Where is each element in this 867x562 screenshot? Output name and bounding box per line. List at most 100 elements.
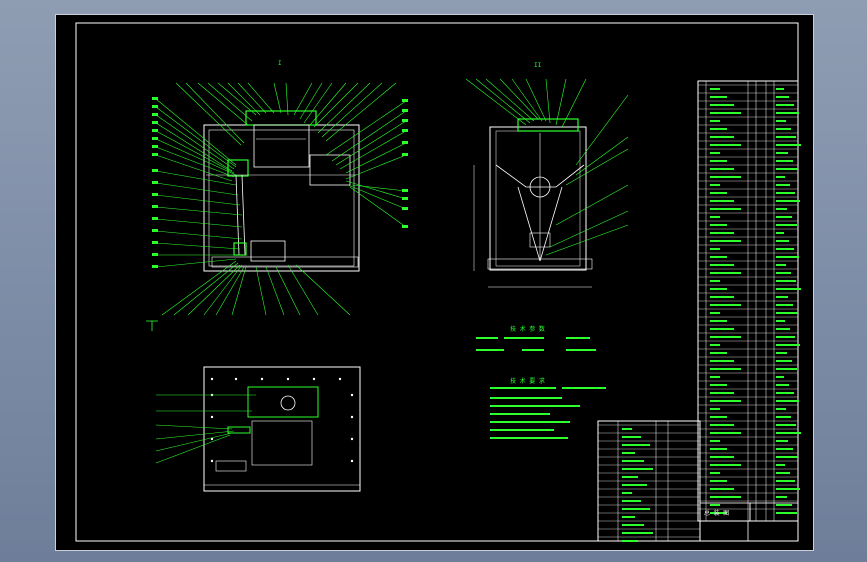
parts-row-text bbox=[776, 88, 784, 90]
parts-row-text bbox=[710, 360, 734, 362]
parts-row-text bbox=[776, 184, 790, 186]
parts-row-text bbox=[776, 456, 798, 458]
title-row-text bbox=[622, 532, 653, 534]
parts-row-text bbox=[776, 128, 791, 130]
parts-row-text bbox=[710, 488, 734, 490]
spec-notes: 技 术 参 数 技 术 要 求 bbox=[476, 325, 606, 439]
drawing-svg: I II 技 术 参 数 技 术 要 求 总 装 图 bbox=[75, 22, 801, 542]
parts-row-text bbox=[710, 256, 727, 258]
parts-row-text bbox=[710, 304, 741, 306]
parts-row-text bbox=[776, 416, 791, 418]
parts-row-text bbox=[710, 480, 727, 482]
parts-row-text bbox=[710, 496, 741, 498]
parts-row-text bbox=[710, 392, 734, 394]
parts-row-text bbox=[776, 168, 798, 170]
parts-row-text bbox=[710, 152, 720, 154]
parts-row-text bbox=[776, 200, 800, 202]
parts-list: 总 装 图 bbox=[597, 80, 801, 542]
parts-row-text bbox=[776, 136, 796, 138]
parts-row-text bbox=[776, 232, 784, 234]
parts-row-text bbox=[776, 296, 788, 298]
parts-row-text bbox=[710, 416, 727, 418]
parts-row-text bbox=[710, 168, 734, 170]
title-row-text bbox=[622, 452, 635, 454]
parts-row-text bbox=[710, 208, 741, 210]
parts-row-text bbox=[776, 312, 798, 314]
parts-row-text bbox=[710, 472, 720, 474]
parts-row-text bbox=[776, 384, 789, 386]
parts-row-text bbox=[776, 400, 799, 402]
parts-row-text bbox=[776, 392, 794, 394]
parts-row-text bbox=[710, 144, 741, 146]
parts-row-text bbox=[776, 480, 795, 482]
parts-row-text bbox=[776, 120, 786, 122]
parts-row-text bbox=[710, 368, 741, 370]
parts-row-text bbox=[776, 256, 799, 258]
parts-row-text bbox=[710, 240, 741, 242]
parts-row-text bbox=[776, 152, 788, 154]
parts-row-text bbox=[776, 368, 797, 370]
title-row-text bbox=[622, 476, 638, 478]
parts-row-text bbox=[710, 104, 734, 106]
parts-row-text bbox=[776, 424, 796, 426]
side-view: II bbox=[465, 62, 629, 288]
parts-row-text bbox=[776, 440, 788, 442]
parts-row-text bbox=[710, 224, 727, 226]
parts-row-text bbox=[776, 328, 790, 330]
parts-row-text bbox=[710, 424, 734, 426]
parts-row-text bbox=[710, 112, 741, 114]
parts-row-text bbox=[710, 176, 741, 178]
drawing-frame bbox=[75, 22, 799, 542]
spec-heading: 技 术 参 数 bbox=[510, 325, 545, 333]
parts-row-text bbox=[776, 224, 797, 226]
plan-view bbox=[155, 366, 361, 492]
parts-row-text bbox=[776, 512, 797, 514]
title-row-text bbox=[622, 508, 650, 510]
title-row-text bbox=[622, 516, 635, 518]
cad-drawing-canvas[interactable]: I II 技 术 参 数 技 术 要 求 总 装 图 bbox=[55, 14, 814, 551]
front-view: I bbox=[146, 60, 408, 331]
parts-row-text bbox=[776, 288, 801, 290]
title-row-text bbox=[622, 468, 653, 470]
parts-row-text bbox=[776, 192, 795, 194]
title-row-text bbox=[622, 524, 644, 526]
front-view-label: I bbox=[278, 60, 282, 67]
parts-row-text bbox=[710, 248, 720, 250]
parts-row-text bbox=[710, 232, 734, 234]
title-row-text bbox=[622, 492, 632, 494]
parts-row-text bbox=[776, 272, 791, 274]
parts-row-text bbox=[776, 472, 790, 474]
parts-row-text bbox=[710, 352, 727, 354]
parts-row-text bbox=[776, 176, 785, 178]
parts-row-text bbox=[710, 320, 727, 322]
title-row-text bbox=[622, 460, 644, 462]
parts-row-text bbox=[776, 464, 785, 466]
parts-row-text bbox=[710, 160, 727, 162]
parts-row-text bbox=[776, 504, 792, 506]
parts-row-text bbox=[710, 448, 727, 450]
parts-row-text bbox=[710, 264, 734, 266]
parts-row-text bbox=[710, 128, 727, 130]
parts-row-text bbox=[776, 320, 785, 322]
parts-row-text bbox=[710, 184, 720, 186]
parts-row-text bbox=[776, 488, 800, 490]
parts-row-text bbox=[776, 144, 801, 146]
parts-row-text bbox=[710, 464, 741, 466]
parts-row-text bbox=[776, 496, 787, 498]
title-row-text bbox=[622, 436, 641, 438]
title-row-text bbox=[622, 540, 638, 542]
parts-row-text bbox=[710, 296, 734, 298]
parts-row-text bbox=[776, 432, 801, 434]
parts-row-text bbox=[710, 96, 727, 98]
parts-row-text bbox=[710, 312, 720, 314]
side-view-label: II bbox=[534, 62, 542, 69]
title-row-text bbox=[622, 428, 632, 430]
parts-row-text bbox=[776, 160, 793, 162]
parts-row-text bbox=[776, 208, 787, 210]
parts-row-text bbox=[710, 136, 734, 138]
parts-row-text bbox=[776, 112, 799, 114]
parts-row-text bbox=[776, 408, 786, 410]
parts-row-text bbox=[776, 376, 784, 378]
requirements-heading: 技 术 要 求 bbox=[510, 377, 545, 385]
title-row-text bbox=[622, 484, 647, 486]
